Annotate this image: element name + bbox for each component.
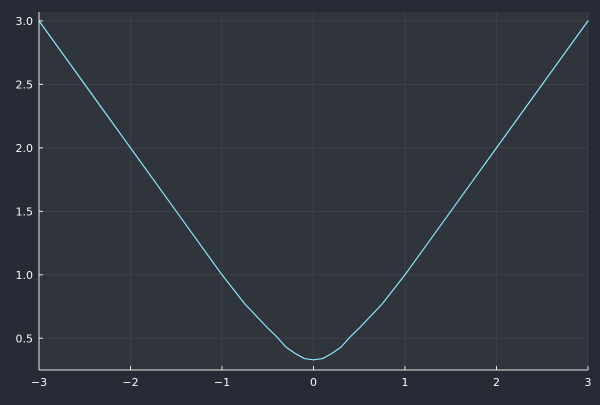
y-tick-label: 2.0 <box>16 142 34 155</box>
y-tick-label: 2.5 <box>16 78 34 91</box>
x-tick-label: −2 <box>122 376 138 389</box>
x-tick-label: 3 <box>585 376 592 389</box>
x-tick-label: 0 <box>310 376 317 389</box>
x-tick-label: 1 <box>402 376 409 389</box>
y-tick-label: 1.0 <box>16 269 34 282</box>
x-tick-label: −3 <box>31 376 47 389</box>
x-tick-label: −1 <box>214 376 230 389</box>
y-tick-label: 0.5 <box>16 332 34 345</box>
y-tick-label: 3.0 <box>16 15 34 28</box>
chart-svg: −3 −2 −1 0 1 2 3 0.5 1.0 1.5 2.0 2.5 3.0 <box>0 0 600 400</box>
x-tick-label: 2 <box>493 376 500 389</box>
y-tick-label: 1.5 <box>16 205 34 218</box>
line-chart: −3 −2 −1 0 1 2 3 0.5 1.0 1.5 2.0 2.5 3.0 <box>0 0 600 400</box>
